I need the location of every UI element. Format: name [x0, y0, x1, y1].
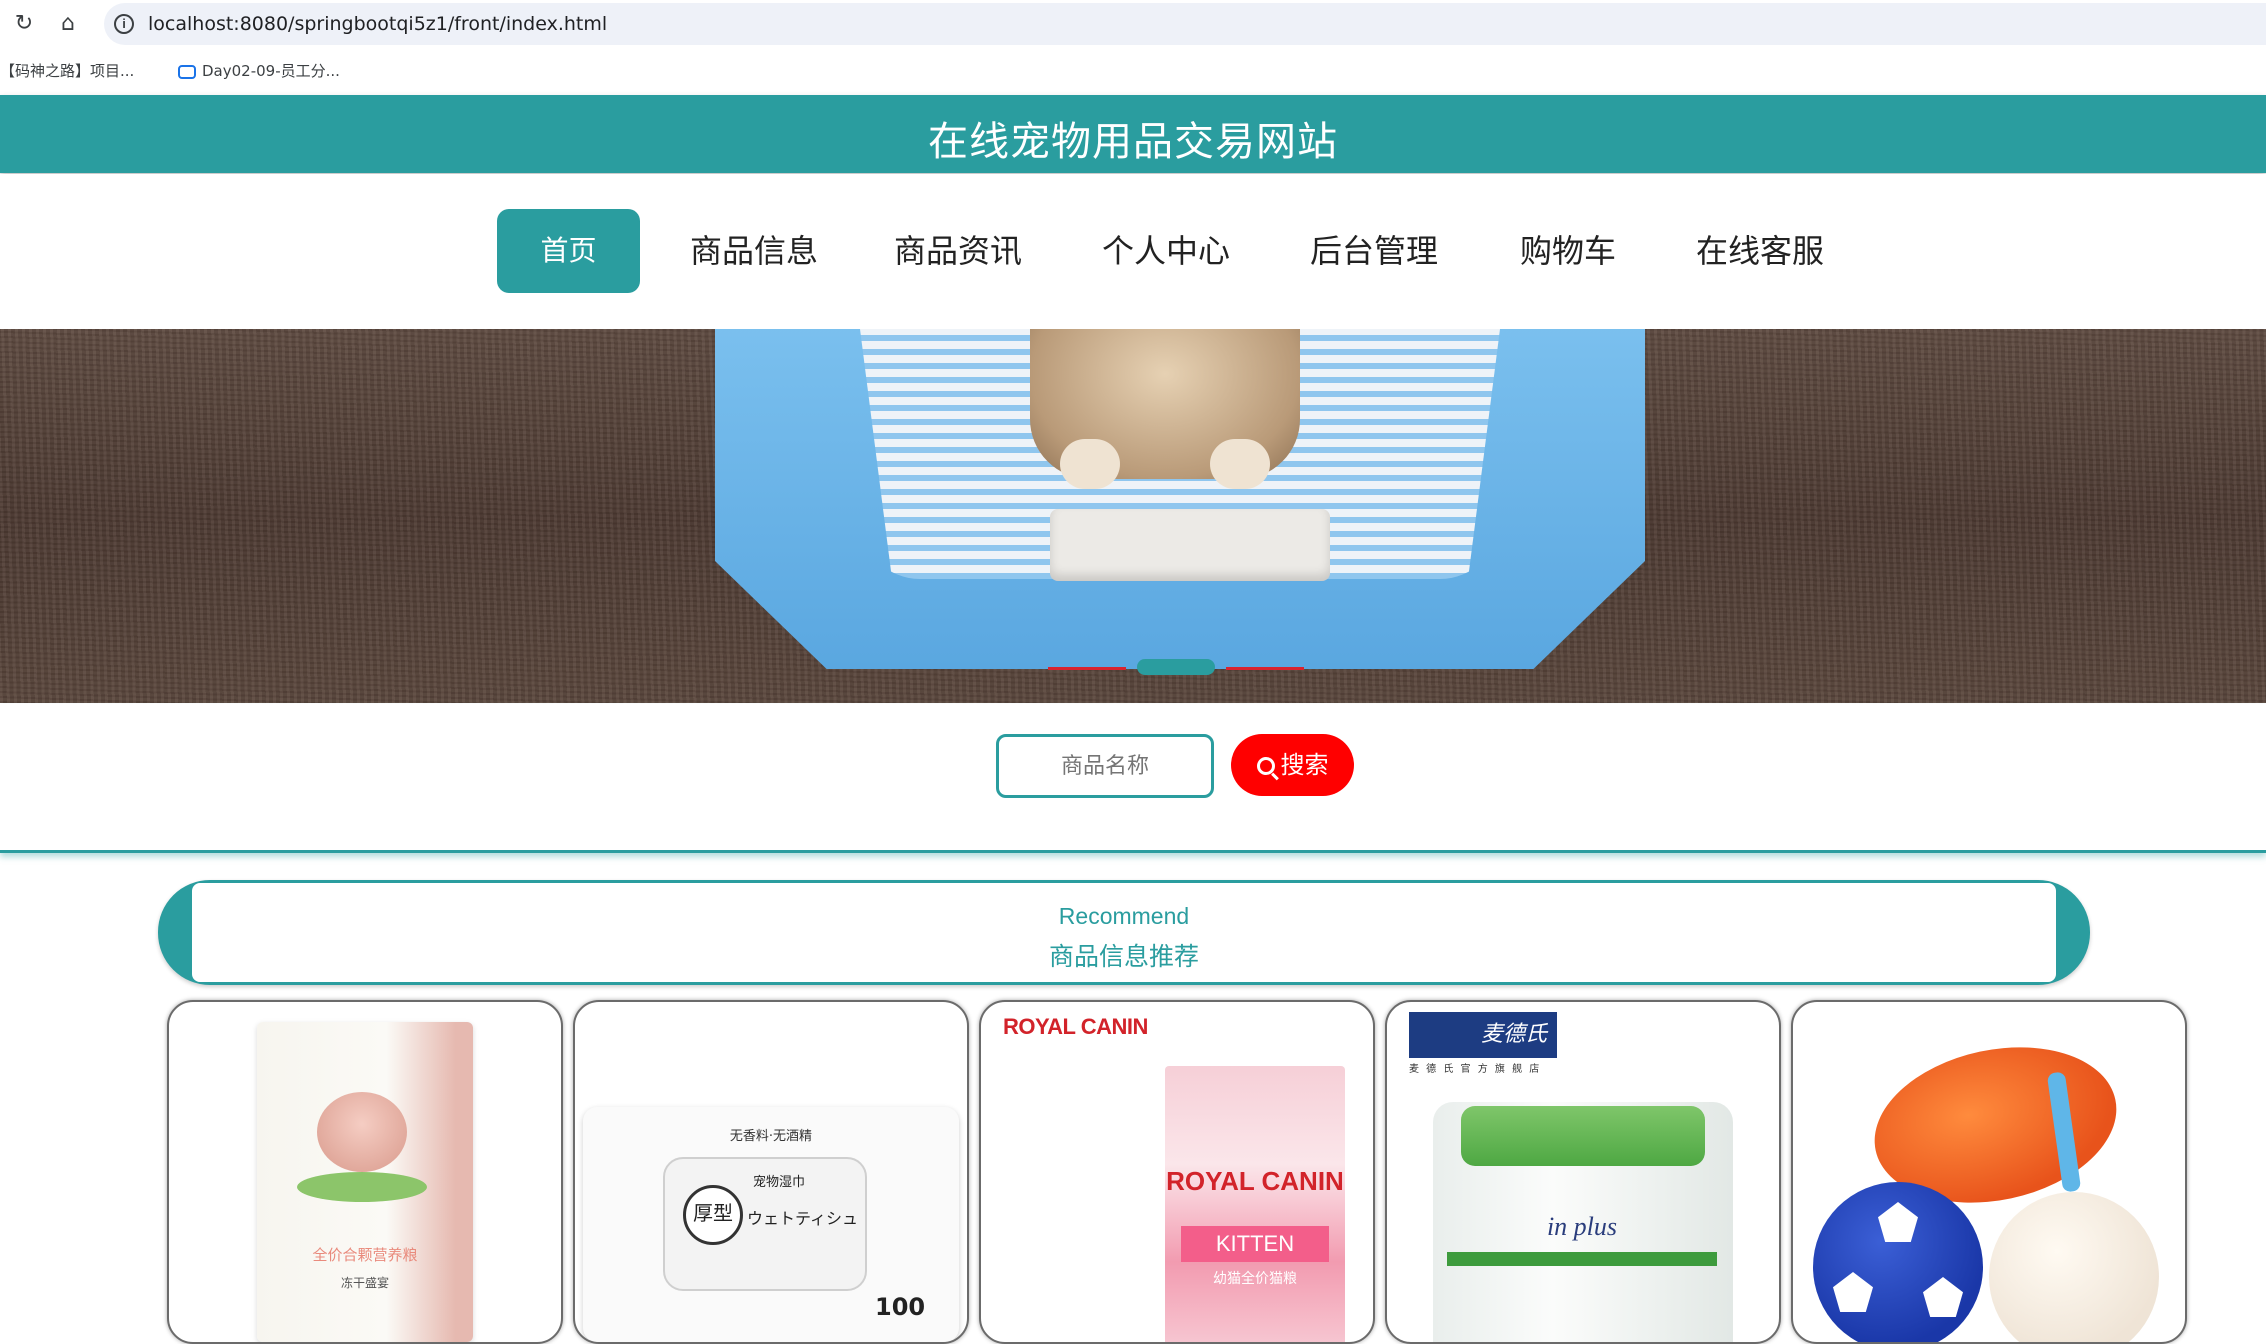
product-text: KITTEN [1181, 1226, 1329, 1262]
url-text: localhost:8080/springbootqi5z1/front/ind… [148, 13, 608, 35]
product-text: 无香料·无酒精 [729, 1129, 813, 1144]
product-text: 厚型 [683, 1185, 743, 1245]
bookmark-item[interactable]: 【码神之路】项目... [0, 60, 134, 81]
hamster-illustration [317, 1092, 407, 1172]
product-text: in plus [1546, 1212, 1618, 1241]
search-icon [1256, 757, 1275, 775]
product-card[interactable]: 无香料·无酒精 宠物湿巾 厚型 ウェトティシュ 100 [573, 1000, 969, 1344]
bookmark-item[interactable]: Day02-09-员工分... [178, 60, 340, 81]
product-text: 冻干盛宴 [340, 1276, 389, 1290]
nav-item-products[interactable]: 商品信息 [678, 209, 830, 293]
blue-ball [1813, 1182, 1983, 1342]
search-button-label: 搜索 [1280, 751, 1329, 779]
main-nav: 首页 商品信息 商品资讯 个人中心 后台管理 购物车 在线客服 [0, 174, 2266, 328]
product-card[interactable] [1791, 1000, 2187, 1344]
bookmark-label: Day02-09-员工分... [202, 62, 340, 80]
product-card[interactable]: 全价合颗营养粮 冻干盛宴 [167, 1000, 563, 1344]
product-text: 幼猫全价猫粮 [1213, 1271, 1297, 1287]
white-ball [1989, 1192, 2159, 1342]
nav-item-admin[interactable]: 后台管理 [1298, 209, 1450, 293]
browser-toolbar: ↻ ⌂ i localhost:8080/springbootqi5z1/fro… [0, 0, 2266, 48]
carousel-dot-active[interactable] [1137, 659, 1215, 675]
bookmarks-bar: 【码神之路】项目... Day02-09-员工分... [0, 50, 2266, 90]
search-button[interactable]: 搜索 [1231, 734, 1354, 796]
nav-item-cart[interactable]: 购物车 [1508, 209, 1628, 293]
recommend-header: Recommend 商品信息推荐 [158, 880, 2090, 985]
nav-item-home[interactable]: 首页 [497, 209, 640, 293]
recommend-title-en: Recommend [1058, 903, 1190, 929]
maidesi-logo: 麦德氏 [1409, 1012, 1557, 1058]
bookmark-label: 【码神之路】项目... [0, 62, 135, 80]
nav-item-support[interactable]: 在线客服 [1684, 209, 1836, 293]
product-text: 全价合颗营养粮 [312, 1246, 418, 1264]
address-bar[interactable]: i localhost:8080/springbootqi5z1/front/i… [104, 3, 2266, 45]
carousel-dot[interactable] [1048, 667, 1126, 670]
product-card[interactable]: ROYAL CANIN ROYAL CANIN KITTEN 幼猫全价猫粮 [979, 1000, 1375, 1344]
nav-item-news[interactable]: 商品资讯 [882, 209, 1034, 293]
site-info-icon[interactable]: i [114, 14, 134, 34]
product-text: ROYAL CANIN [1166, 1166, 1344, 1196]
product-text: ウェトティシュ [747, 1209, 859, 1228]
site-header: 在线宠物用品交易网站 [0, 95, 2266, 173]
home-icon[interactable]: ⌂ [56, 12, 80, 36]
search-section: 搜索 [0, 704, 2266, 853]
carousel-dot[interactable] [1226, 667, 1304, 670]
tray-lip [1050, 509, 1330, 581]
reload-icon[interactable]: ↻ [12, 12, 36, 36]
banner-carousel[interactable] [0, 329, 2266, 703]
product-text: 麦 德 氏 官 方 旗 舰 店 [1409, 1064, 1542, 1075]
search-input[interactable] [996, 734, 1214, 798]
product-text: 宠物湿巾 [753, 1175, 806, 1190]
carousel-indicators [1048, 659, 1304, 679]
product-image-pet-wipes: 无香料·无酒精 宠物湿巾 厚型 ウェトティシュ 100 [583, 1107, 959, 1342]
nav-item-profile[interactable]: 个人中心 [1090, 209, 1242, 293]
recommend-title-zh: 商品信息推荐 [1048, 942, 1199, 971]
product-image-kitten-food: ROYAL CANIN KITTEN 幼猫全价猫粮 [1165, 1066, 1345, 1342]
bilibili-icon [178, 64, 196, 79]
royal-canin-logo: ROYAL CANIN [1003, 1014, 1148, 1039]
site-title: 在线宠物用品交易网站 [928, 119, 1338, 165]
product-text: 100 [875, 1293, 926, 1321]
product-image-pet-food: 全价合颗营养粮 冻干盛宴 [257, 1022, 473, 1342]
puppy-image [1030, 329, 1300, 489]
product-card[interactable]: 麦德氏 麦 德 氏 官 方 旗 舰 店 in plus [1385, 1000, 1781, 1344]
